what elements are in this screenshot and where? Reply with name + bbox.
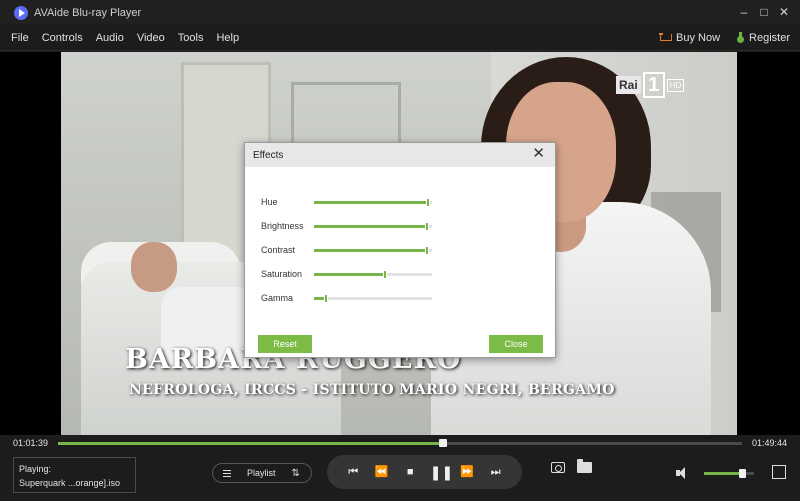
- gamma-slider-thumb[interactable]: [323, 294, 328, 303]
- menu-audio[interactable]: Audio: [96, 32, 124, 44]
- contrast-slider-thumb[interactable]: [425, 246, 430, 255]
- register-icon: [736, 32, 745, 44]
- previous-button[interactable]: ⏮: [344, 463, 362, 481]
- playlist-label: Playlist: [247, 468, 276, 478]
- effects-dialog-body: Hue Brightness Contrast Saturation Gamma…: [245, 167, 555, 357]
- playlist-menu-icon: [223, 469, 231, 477]
- fast-forward-button[interactable]: ⏩: [458, 463, 476, 481]
- menu-tools[interactable]: Tools: [178, 32, 204, 44]
- contrast-slider[interactable]: [314, 246, 432, 255]
- folder-icon[interactable]: [577, 459, 592, 473]
- buy-now-button[interactable]: Buy Now: [659, 32, 720, 44]
- player-window: AVAide Blu-ray Player – □ ✕ File Control…: [0, 0, 800, 501]
- stop-button[interactable]: ■: [401, 463, 419, 481]
- menu-help[interactable]: Help: [216, 32, 239, 44]
- hue-slider-row: Hue: [261, 195, 541, 209]
- now-playing-box: Playing: Superquark ...orange].iso: [13, 457, 136, 493]
- maximize-button[interactable]: □: [754, 3, 774, 21]
- brightness-slider[interactable]: [314, 222, 432, 231]
- progress-row: 01:01:39 01:49:44: [0, 435, 800, 453]
- volume-slider[interactable]: [704, 469, 754, 478]
- now-playing-file: Superquark ...orange].iso: [19, 478, 121, 488]
- register-button[interactable]: Register: [736, 32, 790, 44]
- contrast-label: Contrast: [261, 245, 296, 255]
- brightness-slider-thumb[interactable]: [425, 222, 430, 231]
- window-title: AVAide Blu-ray Player: [34, 6, 142, 19]
- channel-name: Rai: [616, 76, 641, 94]
- caption-subtitle: NEFROLOGA, IRCCS - ISTITUTO MARIO NEGRI,…: [129, 382, 615, 398]
- rewind-button[interactable]: ⏪: [373, 463, 391, 481]
- saturation-slider-thumb[interactable]: [382, 270, 387, 279]
- channel-number: 1: [642, 72, 665, 98]
- menu-right: Buy Now Register: [643, 25, 790, 51]
- menu-file[interactable]: File: [11, 32, 29, 44]
- contrast-slider-row: Contrast: [261, 243, 541, 257]
- brightness-slider-row: Brightness: [261, 219, 541, 233]
- gamma-label: Gamma: [261, 293, 294, 303]
- progress-bar[interactable]: [58, 439, 742, 447]
- gamma-slider[interactable]: [314, 294, 432, 303]
- progress-thumb[interactable]: [439, 439, 448, 447]
- elapsed-time: 01:01:39: [13, 438, 49, 448]
- close-button[interactable]: Close: [489, 335, 543, 353]
- tool-buttons: [551, 459, 592, 473]
- effects-dialog-header[interactable]: Effects ✕: [245, 143, 555, 167]
- menu-bar: File Controls Audio Video Tools Help Buy…: [0, 25, 800, 51]
- window-controls: – □ ✕: [734, 3, 794, 21]
- total-duration: 01:49:44: [751, 438, 787, 448]
- pause-button[interactable]: ❚❚: [430, 463, 453, 481]
- effects-close-icon[interactable]: ✕: [532, 146, 545, 162]
- gamma-slider-row: Gamma: [261, 291, 541, 305]
- saturation-label: Saturation: [261, 269, 303, 279]
- transport-controls: ⏮ ⏪ ■ ❚❚ ⏩ ⏭: [327, 455, 522, 489]
- menu-video[interactable]: Video: [137, 32, 165, 44]
- title-bar[interactable]: AVAide Blu-ray Player – □ ✕: [0, 0, 800, 25]
- saturation-slider[interactable]: [314, 270, 432, 279]
- effects-dialog-title: Effects: [253, 149, 284, 161]
- reset-button[interactable]: Reset: [258, 335, 312, 353]
- minimize-button[interactable]: –: [734, 3, 754, 21]
- hue-slider[interactable]: [314, 198, 432, 207]
- volume-slider-thumb[interactable]: [738, 469, 746, 478]
- app-logo-icon: [14, 5, 28, 20]
- fullscreen-icon[interactable]: [772, 465, 786, 479]
- sort-icon[interactable]: ⇅: [292, 468, 300, 479]
- volume-icon[interactable]: [676, 467, 690, 479]
- register-label: Register: [749, 32, 790, 44]
- playlist-button[interactable]: Playlist ⇅: [212, 463, 312, 483]
- camera-icon[interactable]: [551, 462, 565, 473]
- channel-logo: Rai 1 HD: [616, 72, 685, 98]
- menu-controls[interactable]: Controls: [42, 32, 83, 44]
- hue-slider-thumb[interactable]: [426, 198, 431, 207]
- next-button[interactable]: ⏭: [487, 463, 505, 481]
- close-window-button[interactable]: ✕: [774, 3, 794, 21]
- saturation-slider-row: Saturation: [261, 267, 541, 281]
- now-playing-label: Playing:: [19, 464, 52, 474]
- cart-icon: [659, 33, 672, 43]
- effects-dialog: Effects ✕ Hue Brightness Contrast Satura…: [244, 142, 556, 358]
- brightness-label: Brightness: [261, 221, 304, 231]
- hue-label: Hue: [261, 197, 278, 207]
- buy-now-label: Buy Now: [676, 32, 721, 44]
- channel-hd-badge: HD: [666, 78, 685, 92]
